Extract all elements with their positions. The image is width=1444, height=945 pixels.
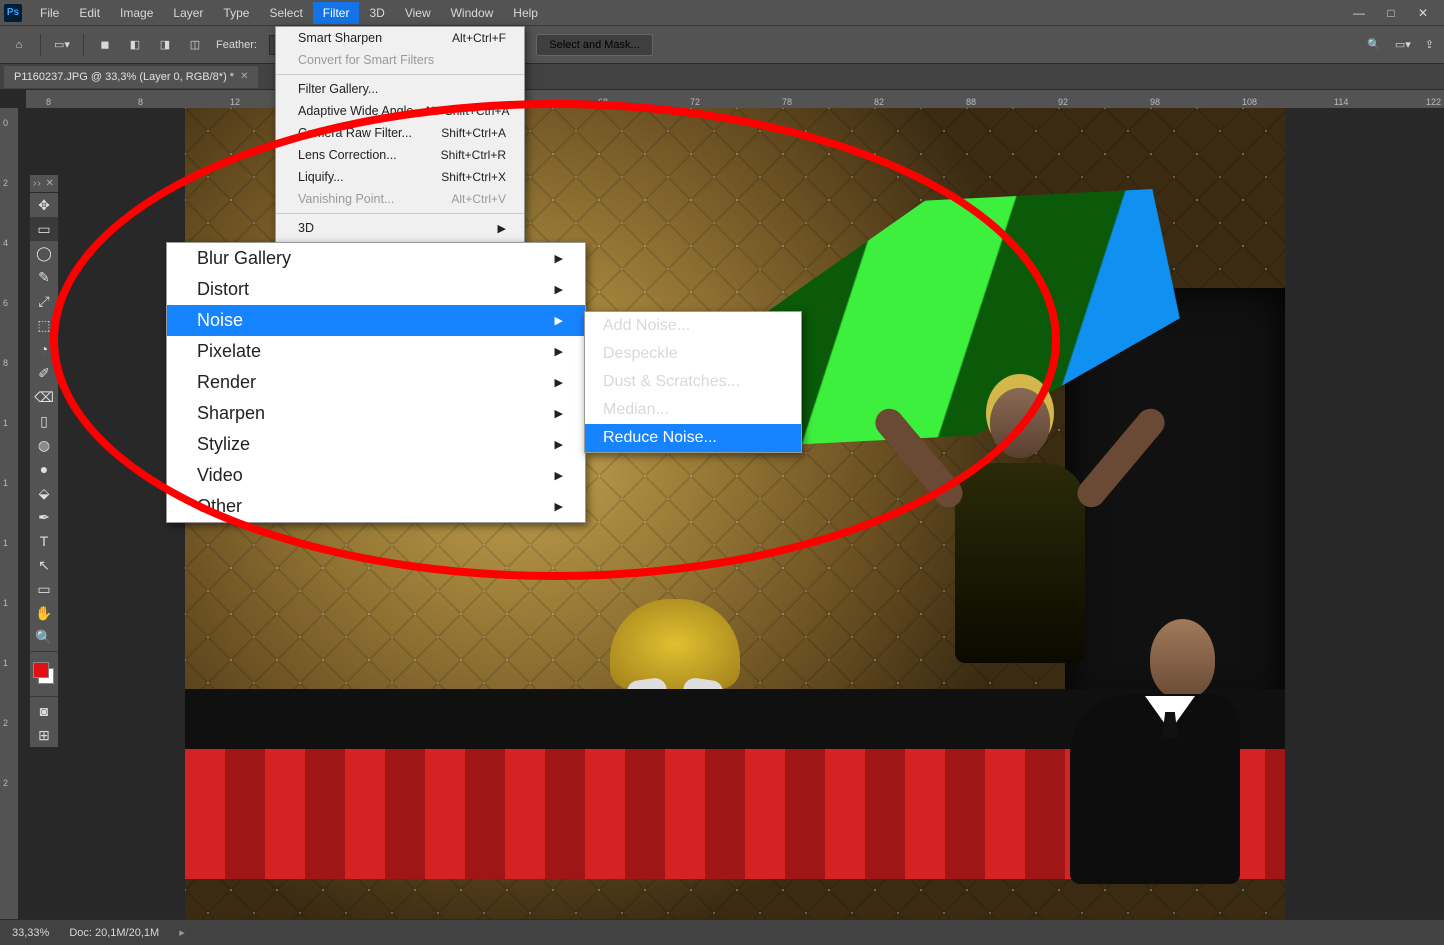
menu-item-video[interactable]: Video▶ (167, 460, 585, 491)
app-logo-icon: Ps (4, 4, 22, 22)
share-icon[interactable]: ⇪ (1425, 38, 1434, 51)
filter-menu-dropdown: Smart SharpenAlt+Ctrl+FConvert for Smart… (275, 26, 525, 262)
tool-17[interactable]: ✋ (30, 601, 58, 625)
tool-5[interactable]: ⬚ (30, 313, 58, 337)
menu-item-lens-correction-[interactable]: Lens Correction...Shift+Ctrl+R (276, 144, 524, 166)
tool-15[interactable]: ↖ (30, 553, 58, 577)
tools-panel: ›› ✕ ✥▭◯✎⤢⬚◔✐⌫▯◍●⬙✒T↖▭✋🔍◙⊞ (30, 175, 58, 747)
menu-item-other[interactable]: Other▶ (167, 491, 585, 522)
menu-item-distort[interactable]: Distort▶ (167, 274, 585, 305)
color-swatches[interactable] (30, 654, 58, 694)
intersect-selection-icon[interactable]: ◫ (186, 36, 204, 54)
tool-2[interactable]: ◯ (30, 241, 58, 265)
document-tab-bar: P1160237.JPG @ 33,3% (Layer 0, RGB/8*) *… (0, 64, 1444, 90)
menu-select[interactable]: Select (259, 2, 312, 24)
menu-item-liquify-[interactable]: Liquify...Shift+Ctrl+X (276, 166, 524, 188)
window-controls: — □ ✕ (1352, 6, 1440, 20)
menu-layer[interactable]: Layer (163, 2, 213, 24)
separator (40, 34, 41, 56)
close-tab-icon[interactable]: ✕ (240, 71, 248, 82)
maximize-icon[interactable]: □ (1384, 6, 1398, 20)
menu-bar: Ps FileEditImageLayerTypeSelectFilter3DV… (0, 0, 1444, 26)
menu-help[interactable]: Help (503, 2, 548, 24)
menu-item-adaptive-wide-angle-[interactable]: Adaptive Wide Angle...Alt+Shift+Ctrl+A (276, 100, 524, 122)
menu-edit[interactable]: Edit (69, 2, 110, 24)
menu-file[interactable]: File (30, 2, 69, 24)
tool-1[interactable]: ▭ (30, 217, 58, 241)
menu-filter[interactable]: Filter (313, 2, 360, 24)
submenu-item-dust-scratches-[interactable]: Dust & Scratches... (585, 368, 801, 396)
minimize-icon[interactable]: — (1352, 6, 1366, 20)
vertical-ruler: 024681111122 (0, 108, 18, 919)
submenu-item-median-[interactable]: Median... (585, 396, 801, 424)
tool-12[interactable]: ⬙ (30, 481, 58, 505)
workspace-icon[interactable]: ▭▾ (1395, 38, 1411, 51)
tool-16[interactable]: ▭ (30, 577, 58, 601)
menu-item-filter-gallery-[interactable]: Filter Gallery... (276, 78, 524, 100)
tool-13[interactable]: ✒ (30, 505, 58, 529)
search-icon[interactable]: 🔍 (1367, 38, 1381, 51)
screen-mode-icon[interactable]: ⊞ (30, 723, 58, 747)
new-selection-icon[interactable]: ◼ (96, 36, 114, 54)
noise-submenu: Add Noise...DespeckleDust & Scratches...… (584, 311, 802, 453)
quick-mask-icon[interactable]: ◙ (30, 699, 58, 723)
tool-14[interactable]: T (30, 529, 58, 553)
tool-9[interactable]: ▯ (30, 409, 58, 433)
tool-7[interactable]: ✐ (30, 361, 58, 385)
tool-0[interactable]: ✥ (30, 193, 58, 217)
tool-3[interactable]: ✎ (30, 265, 58, 289)
menu-item-pixelate[interactable]: Pixelate▶ (167, 336, 585, 367)
tool-18[interactable]: 🔍 (30, 625, 58, 649)
menu-item-camera-raw-filter-[interactable]: Camera Raw Filter...Shift+Ctrl+A (276, 122, 524, 144)
tool-4[interactable]: ⤢ (30, 289, 58, 313)
submenu-item-despeckle[interactable]: Despeckle (585, 340, 801, 368)
submenu-item-reduce-noise-[interactable]: Reduce Noise... (585, 424, 801, 452)
marquee-tool-icon[interactable]: ▭▾ (53, 36, 71, 54)
panel-grip-icon[interactable]: ›› ✕ (30, 175, 58, 193)
menu-item-convert-for-smart-filters: Convert for Smart Filters (276, 49, 524, 71)
feather-label: Feather: (216, 39, 257, 51)
menu-3d[interactable]: 3D (359, 2, 394, 24)
tool-8[interactable]: ⌫ (30, 385, 58, 409)
horizontal-ruler: 881254586468727882889298108114122128132 (26, 90, 1444, 108)
tool-10[interactable]: ◍ (30, 433, 58, 457)
tool-11[interactable]: ● (30, 457, 58, 481)
status-flyout-icon[interactable]: ▸ (179, 926, 185, 939)
select-and-mask-button[interactable]: Select and Mask... (536, 34, 653, 56)
menu-item-sharpen[interactable]: Sharpen▶ (167, 398, 585, 429)
doc-size-readout: Doc: 20,1M/20,1M (69, 927, 159, 939)
menu-item-noise[interactable]: Noise▶ (167, 305, 585, 336)
menu-item-vanishing-point-: Vanishing Point...Alt+Ctrl+V (276, 188, 524, 210)
submenu-item-add-noise-[interactable]: Add Noise... (585, 312, 801, 340)
menu-item-blur-gallery[interactable]: Blur Gallery▶ (167, 243, 585, 274)
add-selection-icon[interactable]: ◧ (126, 36, 144, 54)
subtract-selection-icon[interactable]: ◨ (156, 36, 174, 54)
photo-foreground-man (1070, 619, 1250, 899)
status-bar: 33,33% Doc: 20,1M/20,1M ▸ (0, 919, 1444, 945)
document-tab[interactable]: P1160237.JPG @ 33,3% (Layer 0, RGB/8*) *… (4, 66, 258, 88)
document-tab-title: P1160237.JPG @ 33,3% (Layer 0, RGB/8*) * (14, 71, 234, 83)
options-bar: ⌂ ▭▾ ◼ ◧ ◨ ◫ Feather: Width: ⇄ Height: S… (0, 26, 1444, 64)
zoom-readout[interactable]: 33,33% (12, 927, 49, 939)
tool-6[interactable]: ◔ (30, 337, 58, 361)
separator (83, 34, 84, 56)
menu-item-smart-sharpen[interactable]: Smart SharpenAlt+Ctrl+F (276, 27, 524, 49)
menu-item-render[interactable]: Render▶ (167, 367, 585, 398)
menu-type[interactable]: Type (213, 2, 259, 24)
menu-item-stylize[interactable]: Stylize▶ (167, 429, 585, 460)
home-icon[interactable]: ⌂ (10, 36, 28, 54)
menu-image[interactable]: Image (110, 2, 163, 24)
filter-menu-categories: Blur Gallery▶Distort▶Noise▶Pixelate▶Rend… (166, 242, 586, 523)
menu-window[interactable]: Window (441, 2, 504, 24)
close-icon[interactable]: ✕ (1416, 6, 1430, 20)
menu-view[interactable]: View (395, 2, 441, 24)
menu-item-3d[interactable]: 3D▶ (276, 217, 524, 239)
